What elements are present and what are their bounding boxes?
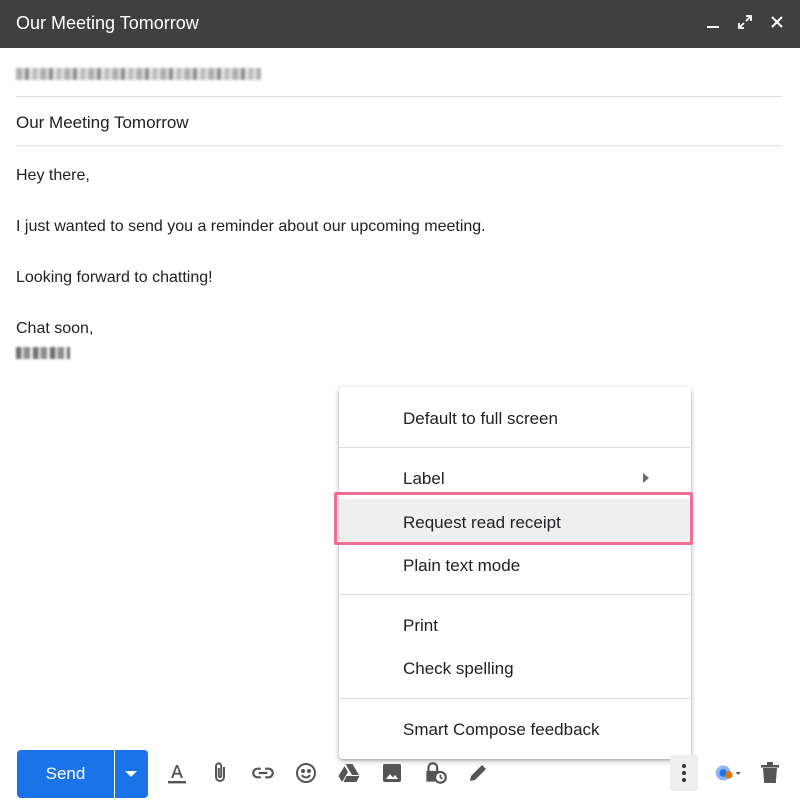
more-options-menu: Default to full screen Label Request rea… — [339, 387, 691, 759]
menu-divider — [339, 698, 691, 699]
body-greeting: Hey there, — [16, 167, 90, 184]
menu-item-label: Default to full screen — [403, 409, 558, 428]
menu-item-print[interactable]: Print — [339, 605, 691, 645]
link-icon[interactable] — [249, 759, 277, 787]
trash-icon[interactable] — [756, 759, 784, 787]
format-text-icon[interactable] — [163, 759, 191, 787]
menu-item-label: Check spelling — [403, 659, 514, 678]
menu-item-label: Request read receipt — [403, 513, 561, 532]
menu-item-plain-text-mode[interactable]: Plain text mode — [339, 545, 691, 585]
menu-item-request-read-receipt[interactable]: Request read receipt — [339, 499, 691, 544]
body-line: I just wanted to send you a reminder abo… — [16, 218, 486, 235]
signature-icon[interactable] — [464, 759, 492, 787]
menu-divider — [339, 447, 691, 448]
compose-titlebar: Our Meeting Tomorrow — [0, 0, 800, 48]
recipient-redacted — [16, 68, 261, 80]
menu-item-label: Label — [403, 469, 445, 488]
subject-field[interactable]: Our Meeting Tomorrow — [16, 98, 782, 146]
emoji-icon[interactable] — [292, 759, 320, 787]
subject-text: Our Meeting Tomorrow — [16, 113, 189, 132]
menu-item-label: Smart Compose feedback — [403, 720, 600, 739]
menu-item-smart-compose-feedback[interactable]: Smart Compose feedback — [339, 709, 691, 749]
minimize-icon[interactable] — [702, 11, 724, 33]
drive-icon[interactable] — [335, 759, 363, 787]
message-body[interactable]: Hey there, I just wanted to send you a r… — [16, 163, 486, 359]
photo-icon[interactable] — [378, 759, 406, 787]
submenu-arrow-icon — [643, 473, 649, 483]
attach-icon[interactable] — [206, 759, 234, 787]
menu-item-default-full-screen[interactable]: Default to full screen — [339, 398, 691, 438]
body-signoff: Chat soon, — [16, 320, 94, 337]
more-options-icon[interactable] — [670, 755, 698, 791]
recipients-field[interactable] — [16, 60, 782, 97]
compose-toolbar: Send — [0, 745, 800, 805]
menu-item-check-spelling[interactable]: Check spelling — [339, 648, 691, 688]
confidential-icon[interactable] — [421, 759, 449, 787]
menu-item-label-submenu[interactable]: Label — [339, 458, 691, 498]
send-options-dropdown[interactable] — [115, 750, 148, 798]
expand-icon[interactable] — [734, 11, 756, 33]
assistant-icon[interactable] — [713, 759, 741, 787]
window-title: Our Meeting Tomorrow — [16, 13, 199, 33]
menu-item-label: Plain text mode — [403, 556, 521, 575]
menu-divider — [339, 594, 691, 595]
close-icon[interactable] — [766, 11, 788, 33]
send-button[interactable]: Send — [17, 750, 114, 798]
signature-redacted — [16, 347, 70, 359]
body-line: Looking forward to chatting! — [16, 269, 213, 286]
menu-item-label: Print — [403, 616, 438, 635]
